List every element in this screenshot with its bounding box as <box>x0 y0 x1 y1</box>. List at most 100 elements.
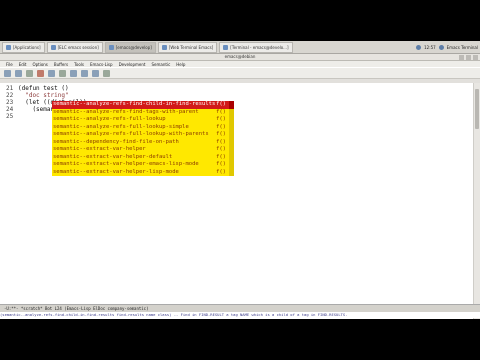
completion-item[interactable]: semantic--extract-var-helper-emacs-lisp-… <box>52 161 234 169</box>
window-title: emacs@debian <box>224 54 256 59</box>
system-tray: 12:57 Emacs Terminal <box>416 41 478 53</box>
popup-scrollbar <box>229 108 234 116</box>
menu-help[interactable]: Help <box>176 62 185 67</box>
task-label: [Terminal - emacs@develo...] <box>230 44 289 50</box>
cut-icon[interactable] <box>70 69 77 77</box>
toolbar <box>0 68 480 79</box>
completion-annotation: f() <box>216 168 226 175</box>
task-label: [Applications] <box>13 44 41 50</box>
screen: [Applications] [ELC emacs session] [emac… <box>0 41 480 319</box>
menu-edit[interactable]: Edit <box>19 62 27 67</box>
completion-annotation: f() <box>216 138 226 145</box>
completion-annotation: f() <box>216 161 226 167</box>
completion-item[interactable]: semantic--analyze-refs-full-lookup-with-… <box>52 131 234 139</box>
completion-label: semantic--analyze-refs-find-tags-with-pa… <box>53 108 199 115</box>
completion-item[interactable]: semantic--analyze-refs-full-lookup-simpl… <box>52 123 234 131</box>
popup-scrollbar <box>229 131 234 139</box>
completion-label: semantic--analyze-refs-full-lookup-with-… <box>53 131 209 137</box>
code-line: 22 "doc string" <box>6 92 69 99</box>
copy-icon[interactable] <box>81 69 88 77</box>
popup-scrollbar <box>229 123 234 131</box>
save-icon[interactable] <box>48 69 55 77</box>
app-icon <box>50 44 56 50</box>
paste-icon[interactable] <box>92 69 99 77</box>
completion-annotation: f() <box>216 153 226 160</box>
mode-line: -U:**- *scratch* Bot L24 (Emacs-Lisp ElD… <box>0 304 480 312</box>
network-icon[interactable] <box>416 44 422 50</box>
tray-label: Emacs Terminal <box>446 44 478 50</box>
open-folder-icon[interactable] <box>15 69 22 77</box>
clock: 12:57 <box>424 44 436 50</box>
completion-item[interactable]: semantic--analyze-refs-find-tags-with-pa… <box>52 108 234 116</box>
maximize-icon[interactable] <box>466 54 471 60</box>
completion-annotation: f() <box>216 116 226 122</box>
minibuffer[interactable]: (semantic--analyze-refs-find-child-in-fi… <box>0 312 480 318</box>
popup-scrollbar <box>229 116 234 124</box>
code-line: 25 <box>6 113 18 120</box>
completion-label: semantic--analyze-refs-full-lookup <box>53 116 166 122</box>
eldoc-text: (semantic--analyze-refs-find-child-in-fi… <box>0 312 348 317</box>
popup-scrollbar <box>229 138 234 146</box>
task-applications[interactable]: [Applications] <box>2 41 45 53</box>
line-number: 24 <box>6 106 14 113</box>
line-number: 23 <box>6 99 14 106</box>
completion-annotation: f() <box>216 108 226 115</box>
completion-label: semantic--dependency-find-file-on-path <box>53 138 179 145</box>
close-buffer-icon[interactable] <box>37 69 44 77</box>
taskbar: [Applications] [ELC emacs session] [emac… <box>0 41 480 54</box>
app-icon <box>161 44 167 50</box>
menu-bar: File Edit Options Buffers Tools Emacs-Li… <box>0 61 480 67</box>
completion-label: semantic--analyze-refs-find-child-in-fin… <box>53 101 216 107</box>
completion-item[interactable]: semantic--dependency-find-file-on-path f(… <box>52 138 234 146</box>
task-emacs[interactable]: [emacs@develop] <box>104 41 156 53</box>
user-icon[interactable] <box>438 44 444 50</box>
menu-development[interactable]: Development <box>119 62 146 67</box>
menu-file[interactable]: File <box>6 62 13 67</box>
task-label: [Web Terminal Emacs] <box>168 44 214 50</box>
completion-annotation: f() <box>216 146 226 152</box>
window-titlebar: emacs@debian <box>0 54 480 61</box>
completion-item[interactable]: semantic--extract-var-helper f() <box>52 146 234 154</box>
menu-emacs-lisp[interactable]: Emacs-Lisp <box>90 62 113 67</box>
dired-icon[interactable] <box>26 69 33 77</box>
close-icon[interactable] <box>473 54 478 60</box>
mode-line-text: -U:**- *scratch* Bot L24 (Emacs-Lisp ElD… <box>4 306 149 311</box>
completion-label: semantic--extract-var-helper-lisp-mode <box>53 168 179 175</box>
app-icon <box>6 44 11 50</box>
completion-item[interactable]: semantic--extract-var-helper-default f() <box>52 153 234 161</box>
menu-options[interactable]: Options <box>32 62 47 67</box>
task-terminal[interactable]: [Terminal - emacs@develo...] <box>219 41 293 53</box>
terminal-icon <box>223 44 229 50</box>
completion-label: semantic--extract-var-helper-emacs-lisp-… <box>53 161 199 167</box>
menu-buffers[interactable]: Buffers <box>54 62 68 67</box>
task-elc[interactable]: [ELC emacs session] <box>46 41 103 53</box>
scrollbar-thumb[interactable] <box>475 89 479 129</box>
completion-item[interactable]: semantic--extract-var-helper-lisp-mode f(… <box>52 168 234 176</box>
undo-icon[interactable] <box>59 69 66 77</box>
line-number: 21 <box>6 85 14 92</box>
new-file-icon[interactable] <box>4 69 11 77</box>
completion-label: semantic--extract-var-helper-default <box>53 153 173 160</box>
popup-scrollbar <box>229 168 234 176</box>
task-web-terminal[interactable]: [Web Terminal Emacs] <box>157 41 218 53</box>
completion-label: semantic--extract-var-helper <box>53 146 146 152</box>
menu-tools[interactable]: Tools <box>74 62 84 67</box>
minimize-icon[interactable] <box>459 54 464 60</box>
completion-annotation: f() <box>216 123 226 130</box>
popup-scrollbar <box>229 101 234 109</box>
completion-label: semantic--analyze-refs-full-lookup-simpl… <box>53 123 189 130</box>
completion-popup: semantic--analyze-refs-find-child-in-fin… <box>52 101 234 176</box>
task-label: [ELC emacs session] <box>57 44 99 50</box>
completion-item[interactable]: semantic--analyze-refs-find-child-in-fin… <box>52 101 234 109</box>
menu-semantic[interactable]: Semantic <box>152 62 171 67</box>
popup-scrollbar <box>229 161 234 169</box>
code-text: "doc string" <box>18 92 69 99</box>
line-number: 22 <box>6 92 14 99</box>
app-icon <box>108 44 114 50</box>
completion-item[interactable]: semantic--analyze-refs-full-lookup f() <box>52 116 234 124</box>
line-number: 25 <box>6 113 14 120</box>
code-line: 21 (defun test () <box>6 85 69 92</box>
code-text: (defun test () <box>18 85 69 92</box>
completion-annotation: f() <box>216 101 226 107</box>
search-icon[interactable] <box>103 69 110 77</box>
